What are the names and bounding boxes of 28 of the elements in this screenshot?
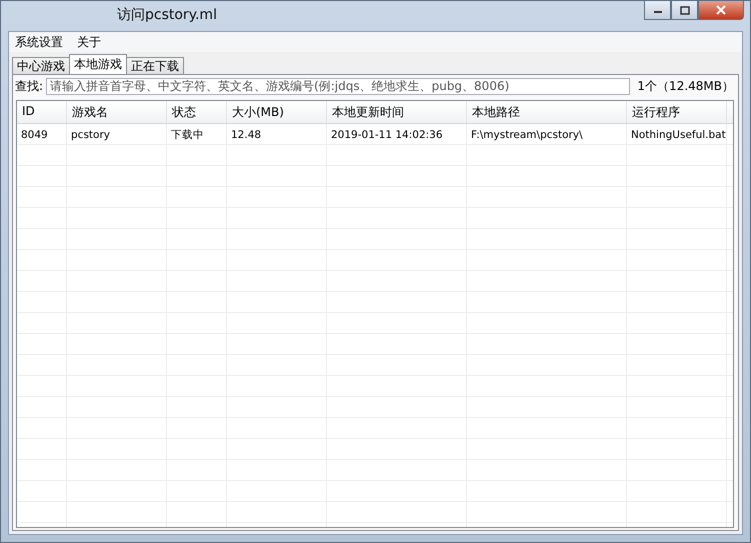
minimize-button[interactable] bbox=[644, 1, 671, 20]
column-header[interactable]: 状态 bbox=[167, 101, 227, 123]
table-cell-text: 2019-01-11 14:02:36 bbox=[330, 128, 444, 140]
table-cell-text: F:\mystream\pcstory\ bbox=[470, 128, 584, 140]
maximize-button[interactable] bbox=[671, 1, 698, 20]
table-cell-text: 8049 bbox=[20, 128, 49, 140]
table-cell-text: NothingUseful.bat bbox=[630, 128, 727, 140]
column-header[interactable]: 大小(MB) bbox=[227, 101, 327, 123]
menu-item[interactable]: 系统设置 bbox=[15, 34, 63, 50]
menu-item[interactable]: 关于 bbox=[77, 34, 101, 50]
column-header[interactable]: ID bbox=[17, 101, 67, 123]
search-label: 查找: bbox=[14, 78, 44, 94]
tab[interactable]: 本地游戏 bbox=[69, 54, 127, 74]
table-cell-text: 下载中 bbox=[170, 128, 205, 142]
column-header[interactable]: 本地更新时间 bbox=[327, 101, 467, 123]
result-summary: 1个（12.48MB） bbox=[637, 78, 734, 94]
tab[interactable]: 正在下载 bbox=[126, 57, 184, 74]
table-cell-text: 12.48 bbox=[230, 128, 262, 140]
search-field[interactable]: 请输入拼音首字母、中文字符、英文名、游戏编号(例:jdqs、绝地求生、pubg、8006) bbox=[46, 78, 630, 94]
column-header[interactable]: 游戏名 bbox=[67, 101, 167, 123]
table-cell-text: pcstory bbox=[70, 128, 111, 140]
maximize-icon bbox=[680, 6, 690, 14]
column-header[interactable]: 运行程序 bbox=[627, 101, 727, 123]
close-button[interactable] bbox=[698, 1, 744, 20]
column-header[interactable]: 本地路径 bbox=[467, 101, 627, 123]
close-icon bbox=[715, 5, 727, 15]
tab[interactable]: 中心游戏 bbox=[12, 57, 70, 74]
window-title: 访问pcstory.ml bbox=[117, 6, 218, 24]
